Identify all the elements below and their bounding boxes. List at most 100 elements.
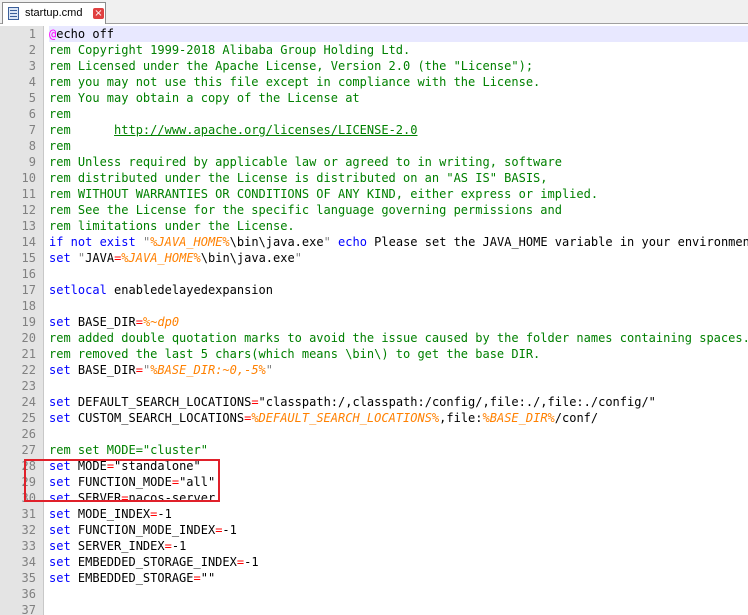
tab-label: startup.cmd bbox=[25, 7, 83, 19]
token-plain: BASE_DIR bbox=[70, 315, 136, 329]
code-line[interactable]: 15 set "JAVA=%JAVA_HOME%\bin\java.exe" bbox=[0, 250, 748, 266]
close-icon[interactable]: × bbox=[93, 8, 104, 19]
token-plain: \bin\java.exe bbox=[200, 251, 295, 265]
line-code: set FUNCTION_MODE="all" bbox=[49, 474, 748, 490]
token-plain: -1 bbox=[171, 539, 187, 553]
code-line[interactable]: 23 bbox=[0, 378, 748, 394]
code-line[interactable]: 11 rem WITHOUT WARRANTIES OR CONDITIONS O… bbox=[0, 186, 748, 202]
code-line[interactable]: 27 rem set MODE="cluster" bbox=[0, 442, 748, 458]
line-number: 8 bbox=[28, 139, 36, 153]
token-comment: rem bbox=[49, 139, 71, 153]
token-keyword: setlocal bbox=[49, 283, 107, 297]
token-variable: %BASE_DIR% bbox=[482, 411, 555, 425]
code-line[interactable]: 1 @echo off bbox=[0, 26, 748, 42]
code-editor[interactable]: 1 @echo off 2 rem Copyright 1999-2018 Aliba… bbox=[0, 26, 748, 615]
code-line[interactable]: 3 rem Licensed under the Apache License, … bbox=[0, 58, 748, 74]
line-number: 4 bbox=[28, 75, 36, 89]
token-plain: Please set the JAVA_HOME variable in you… bbox=[366, 235, 748, 249]
token-string: " bbox=[265, 363, 274, 377]
token-keyword: set bbox=[49, 459, 71, 473]
token-operator: = bbox=[236, 555, 245, 569]
line-code: rem removed the last 5 chars(which means… bbox=[49, 346, 748, 362]
token-keyword: echo bbox=[338, 235, 367, 249]
line-code: set MODE_INDEX=-1 bbox=[49, 506, 748, 522]
line-code: set FUNCTION_MODE_INDEX=-1 bbox=[49, 522, 748, 538]
code-line[interactable]: 2 rem Copyright 1999-2018 Alibaba Group H… bbox=[0, 42, 748, 58]
line-number: 27 bbox=[21, 443, 36, 457]
code-line[interactable]: 6 rem bbox=[0, 106, 748, 122]
code-line[interactable]: 14 if not exist " %JAVA_HOME%\bin\java.exe… bbox=[0, 234, 748, 250]
code-line[interactable]: 10 rem distributed under the License is d… bbox=[0, 170, 748, 186]
line-number: 6 bbox=[28, 107, 36, 121]
line-number: 24 bbox=[21, 395, 36, 409]
line-number: 3 bbox=[28, 59, 36, 73]
line-number: 18 bbox=[21, 299, 36, 313]
code-line[interactable]: 8 rem bbox=[0, 138, 748, 154]
code-line[interactable]: 26 bbox=[0, 426, 748, 442]
code-line[interactable]: 32 set FUNCTION_MODE_INDEX=-1 bbox=[0, 522, 748, 538]
code-line[interactable]: 28 set MODE="standalone" bbox=[0, 458, 748, 474]
code-line[interactable]: 34 set EMBEDDED_STORAGE_INDEX=-1 bbox=[0, 554, 748, 570]
code-line[interactable]: 33 set SERVER_INDEX=-1 bbox=[0, 538, 748, 554]
line-number: 36 bbox=[21, 587, 36, 601]
code-line[interactable]: 37 bbox=[0, 602, 748, 615]
code-line[interactable]: 18 bbox=[0, 298, 748, 314]
line-number: 31 bbox=[21, 507, 36, 521]
token-plain: "all" bbox=[179, 475, 216, 489]
code-line[interactable]: 12 rem See the License for the specific l… bbox=[0, 202, 748, 218]
code-line[interactable]: 17 setlocal enabledelayedexpansion bbox=[0, 282, 748, 298]
code-line[interactable]: 31 set MODE_INDEX=-1 bbox=[0, 506, 748, 522]
line-number: 7 bbox=[28, 123, 36, 137]
code-line[interactable]: 16 bbox=[0, 266, 748, 282]
token-comment: rem bbox=[49, 107, 71, 121]
code-line[interactable]: 5 rem You may obtain a copy of the Licens… bbox=[0, 90, 748, 106]
line-code: set SERVER=nacos-server bbox=[49, 490, 748, 506]
line-number: 20 bbox=[21, 331, 36, 345]
token-plain: FUNCTION_MODE bbox=[70, 475, 172, 489]
token-plain: echo off bbox=[56, 27, 115, 41]
token-plain: "classpath:/,classpath:/config/,file:./,… bbox=[258, 395, 656, 409]
code-line[interactable]: 22 set BASE_DIR="%BASE_DIR:~0,-5%" bbox=[0, 362, 748, 378]
line-code: rem http://www.apache.org/licenses/LICEN… bbox=[49, 122, 748, 138]
line-code: setlocal enabledelayedexpansion bbox=[49, 282, 748, 298]
token-keyword: set bbox=[49, 523, 71, 537]
code-line[interactable]: 36 bbox=[0, 586, 748, 602]
line-number: 30 bbox=[21, 491, 36, 505]
code-line[interactable]: 29 set FUNCTION_MODE="all" bbox=[0, 474, 748, 490]
line-number: 35 bbox=[21, 571, 36, 585]
code-line[interactable]: 25 set CUSTOM_SEARCH_LOCATIONS=%DEFAULT_S… bbox=[0, 410, 748, 426]
tab-startup-cmd[interactable]: startup.cmd × bbox=[2, 2, 106, 24]
line-number: 16 bbox=[21, 267, 36, 281]
code-line[interactable]: 4 rem you may not use this file except in… bbox=[0, 74, 748, 90]
code-line[interactable]: 24 set DEFAULT_SEARCH_LOCATIONS="classpat… bbox=[0, 394, 748, 410]
token-comment: rem removed the last 5 chars(which means… bbox=[49, 347, 541, 361]
code-line[interactable]: 13 rem limitations under the License. bbox=[0, 218, 748, 234]
line-number: 34 bbox=[21, 555, 36, 569]
token-comment: rem set MODE="cluster" bbox=[49, 443, 208, 457]
line-number: 11 bbox=[21, 187, 36, 201]
token-variable: %BASE_DIR:~0,-5% bbox=[150, 363, 266, 377]
code-line[interactable]: 21 rem removed the last 5 chars(which mea… bbox=[0, 346, 748, 362]
code-line[interactable]: 35 set EMBEDDED_STORAGE="" bbox=[0, 570, 748, 586]
token-link[interactable]: http://www.apache.org/licenses/LICENSE-2… bbox=[114, 123, 417, 137]
line-number: 10 bbox=[21, 171, 36, 185]
token-comment: rem you may not use this file except in … bbox=[49, 75, 541, 89]
code-line[interactable]: 19 set BASE_DIR=%~dp0 bbox=[0, 314, 748, 330]
code-line[interactable]: 30 set SERVER=nacos-server bbox=[0, 490, 748, 506]
token-plain: \bin\java.exe bbox=[229, 235, 324, 249]
line-code: rem bbox=[49, 106, 748, 122]
line-code: set "JAVA=%JAVA_HOME%\bin\java.exe" bbox=[49, 250, 748, 266]
code-line[interactable]: 7 rem http://www.apache.org/licenses/LICE… bbox=[0, 122, 748, 138]
line-code: rem Copyright 1999-2018 Alibaba Group Ho… bbox=[49, 42, 748, 58]
token-comment: rem You may obtain a copy of the License… bbox=[49, 91, 360, 105]
line-number: 28 bbox=[21, 459, 36, 473]
code-line[interactable]: 20 rem added double quotation marks to av… bbox=[0, 330, 748, 346]
line-code: rem Licensed under the Apache License, V… bbox=[49, 58, 748, 74]
line-code: rem distributed under the License is dis… bbox=[49, 170, 748, 186]
line-number: 17 bbox=[21, 283, 36, 297]
line-code: rem bbox=[49, 138, 748, 154]
token-operator: = bbox=[121, 491, 129, 505]
line-code: set EMBEDDED_STORAGE_INDEX=-1 bbox=[49, 554, 748, 570]
code-line[interactable]: 9 rem Unless required by applicable law o… bbox=[0, 154, 748, 170]
